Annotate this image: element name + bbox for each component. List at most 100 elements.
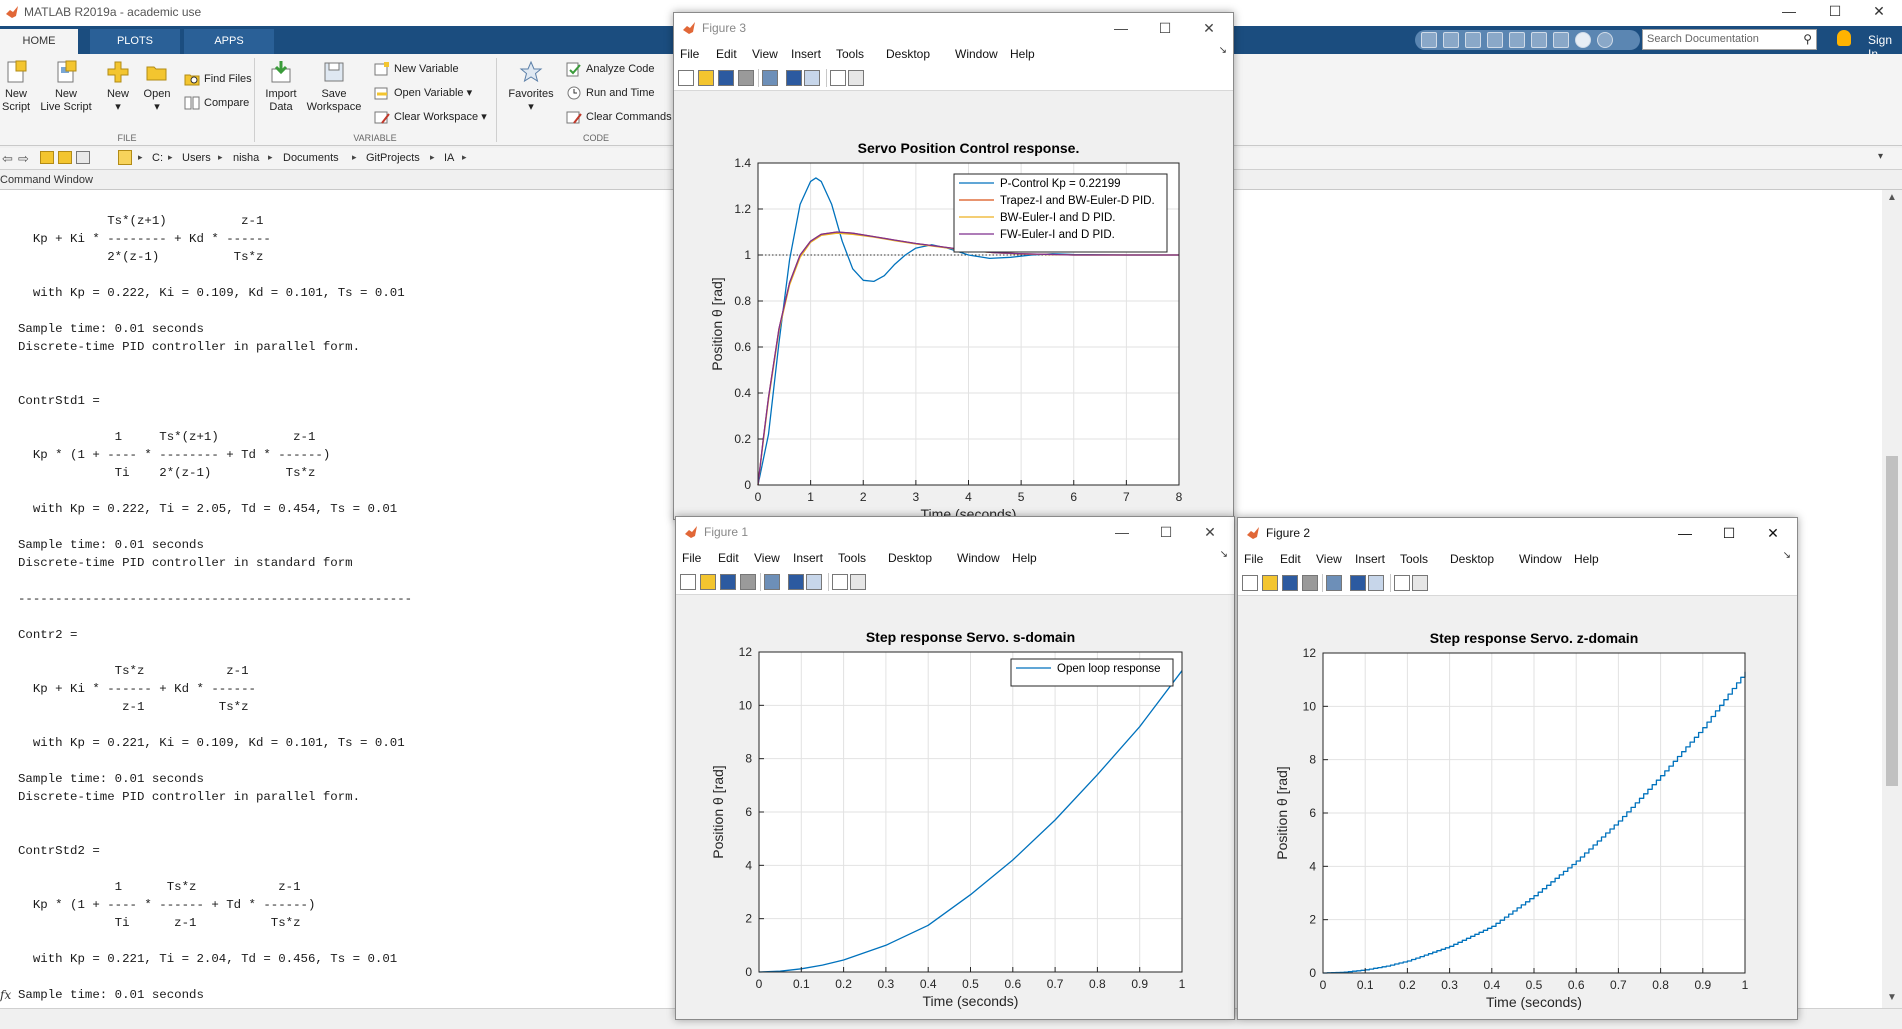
minimize-button[interactable]: — — [1766, 0, 1812, 22]
new-variable-button[interactable]: New Variable — [374, 60, 459, 78]
search-icon[interactable]: ⚲ — [1803, 32, 1812, 46]
property-inspector-icon[interactable] — [848, 70, 864, 86]
figure-menu-desktop[interactable]: Desktop — [888, 551, 932, 565]
figure-menu-insert[interactable]: Insert — [793, 551, 823, 565]
edit-plot-pointer-icon[interactable] — [1394, 575, 1410, 591]
save-workspace-button[interactable]: Save Workspace — [306, 60, 362, 114]
property-inspector-icon[interactable] — [1412, 575, 1428, 591]
show-plot-tools-icon[interactable] — [804, 70, 820, 86]
figure-menu-edit[interactable]: Edit — [716, 47, 737, 61]
tab-home[interactable]: HOME — [0, 29, 78, 54]
link-plot-icon[interactable] — [764, 574, 780, 590]
figure-menu-window[interactable]: Window — [955, 47, 998, 61]
print-icon[interactable] — [1302, 575, 1318, 591]
save-figure-icon[interactable] — [1282, 575, 1298, 591]
scrollbar-thumb[interactable] — [1886, 456, 1898, 786]
figure-menu-desktop[interactable]: Desktop — [1450, 552, 1494, 566]
search-documentation-input[interactable]: Search Documentation ⚲ — [1642, 29, 1817, 50]
new-button[interactable]: New ▾ — [104, 60, 132, 114]
figure-menu-edit[interactable]: Edit — [718, 551, 739, 565]
link-plot-icon[interactable] — [762, 70, 778, 86]
path-segment[interactable]: C: — [152, 152, 163, 164]
find-files-button[interactable]: Find Files — [184, 70, 252, 88]
open-file-icon[interactable] — [1262, 575, 1278, 591]
up-folder-icon[interactable] — [40, 151, 54, 164]
hide-plot-tools-icon[interactable] — [1350, 575, 1366, 591]
path-dropdown-icon[interactable]: ▾ — [1878, 151, 1883, 162]
new-script-button[interactable]: New Script — [2, 60, 30, 114]
figure-menu-window[interactable]: Window — [1519, 552, 1562, 566]
maximize-button[interactable]: ☐ — [1145, 17, 1185, 39]
compare-button[interactable]: Compare — [184, 94, 249, 112]
hide-plot-tools-icon[interactable] — [786, 70, 802, 86]
close-button[interactable]: ✕ — [1189, 17, 1229, 39]
maximize-button[interactable]: ☐ — [1709, 522, 1749, 544]
analyze-code-button[interactable]: Analyze Code — [566, 60, 655, 78]
path-segment[interactable]: Documents — [283, 152, 339, 164]
figure-menu-view[interactable]: View — [1316, 552, 1342, 566]
figure-menu-desktop[interactable]: Desktop — [886, 47, 930, 61]
open-variable-button[interactable]: Open Variable ▾ — [374, 84, 472, 102]
path-segment[interactable]: IA — [444, 152, 454, 164]
save-figure-icon[interactable] — [718, 70, 734, 86]
open-file-icon[interactable] — [698, 70, 714, 86]
close-button[interactable]: ✕ — [1856, 0, 1902, 22]
print-icon[interactable] — [738, 70, 754, 86]
scroll-down-icon[interactable]: ▼ — [1887, 992, 1897, 1003]
redo-icon[interactable] — [1531, 32, 1547, 48]
close-button[interactable]: ✕ — [1753, 522, 1793, 544]
back-arrow-icon[interactable]: ⇦ — [2, 151, 13, 167]
notification-bell-icon[interactable] — [1837, 30, 1851, 46]
figure-menu-edit[interactable]: Edit — [1280, 552, 1301, 566]
save-figure-icon[interactable] — [720, 574, 736, 590]
tab-plots[interactable]: PLOTS — [90, 29, 180, 54]
figure-menu-tools[interactable]: Tools — [1400, 552, 1428, 566]
figure-menu-view[interactable]: View — [752, 47, 778, 61]
show-plot-tools-icon[interactable] — [806, 574, 822, 590]
copy-icon[interactable] — [1465, 32, 1481, 48]
minimize-button[interactable]: — — [1665, 522, 1705, 544]
dock-figure-icon[interactable]: ↘ — [1220, 549, 1228, 560]
browse-folder-icon[interactable] — [58, 151, 72, 164]
maximize-button[interactable]: ☐ — [1812, 0, 1858, 22]
hide-plot-tools-icon[interactable] — [788, 574, 804, 590]
edit-plot-pointer-icon[interactable] — [830, 70, 846, 86]
figure-menu-insert[interactable]: Insert — [1355, 552, 1385, 566]
figure-menu-file[interactable]: File — [1244, 552, 1263, 566]
new-figure-icon[interactable] — [680, 574, 696, 590]
scroll-up-icon[interactable]: ▲ — [1887, 192, 1897, 203]
edit-plot-pointer-icon[interactable] — [832, 574, 848, 590]
undo-icon[interactable] — [1509, 32, 1525, 48]
run-and-time-button[interactable]: Run and Time — [566, 84, 654, 102]
switch-windows-icon[interactable] — [1553, 32, 1569, 48]
figure-menu-tools[interactable]: Tools — [836, 47, 864, 61]
figure-menu-view[interactable]: View — [754, 551, 780, 565]
minimize-button[interactable]: — — [1101, 17, 1141, 39]
paste-icon[interactable] — [1487, 32, 1503, 48]
help-icon[interactable] — [1575, 32, 1591, 48]
figure-menu-help[interactable]: Help — [1574, 552, 1599, 566]
import-data-button[interactable]: Import Data — [264, 60, 298, 114]
close-button[interactable]: ✕ — [1190, 521, 1230, 543]
figure-menu-insert[interactable]: Insert — [791, 47, 821, 61]
print-icon[interactable] — [740, 574, 756, 590]
link-plot-icon[interactable] — [1326, 575, 1342, 591]
path-segment[interactable]: nisha — [233, 152, 259, 164]
path-segment[interactable]: Users — [182, 152, 211, 164]
figure-3-window[interactable]: Figure 3 — ☐ ✕ File Edit View Insert Tools De… — [673, 12, 1234, 520]
cut-icon[interactable] — [1443, 32, 1459, 48]
save-icon[interactable] — [1421, 32, 1437, 48]
new-figure-icon[interactable] — [1242, 575, 1258, 591]
figure-menu-file[interactable]: File — [680, 47, 699, 61]
new-live-script-button[interactable]: New Live Script — [40, 60, 92, 114]
open-button[interactable]: Open ▾ — [143, 60, 171, 114]
figure-menu-tools[interactable]: Tools — [838, 551, 866, 565]
clear-workspace-button[interactable]: Clear Workspace ▾ — [374, 108, 487, 126]
search-folder-icon[interactable] — [76, 151, 90, 164]
minimize-button[interactable]: — — [1102, 521, 1142, 543]
figure-menu-file[interactable]: File — [682, 551, 701, 565]
function-browser-icon[interactable]: fx — [0, 988, 18, 1008]
figure-menu-help[interactable]: Help — [1012, 551, 1037, 565]
show-plot-tools-icon[interactable] — [1368, 575, 1384, 591]
new-figure-icon[interactable] — [678, 70, 694, 86]
